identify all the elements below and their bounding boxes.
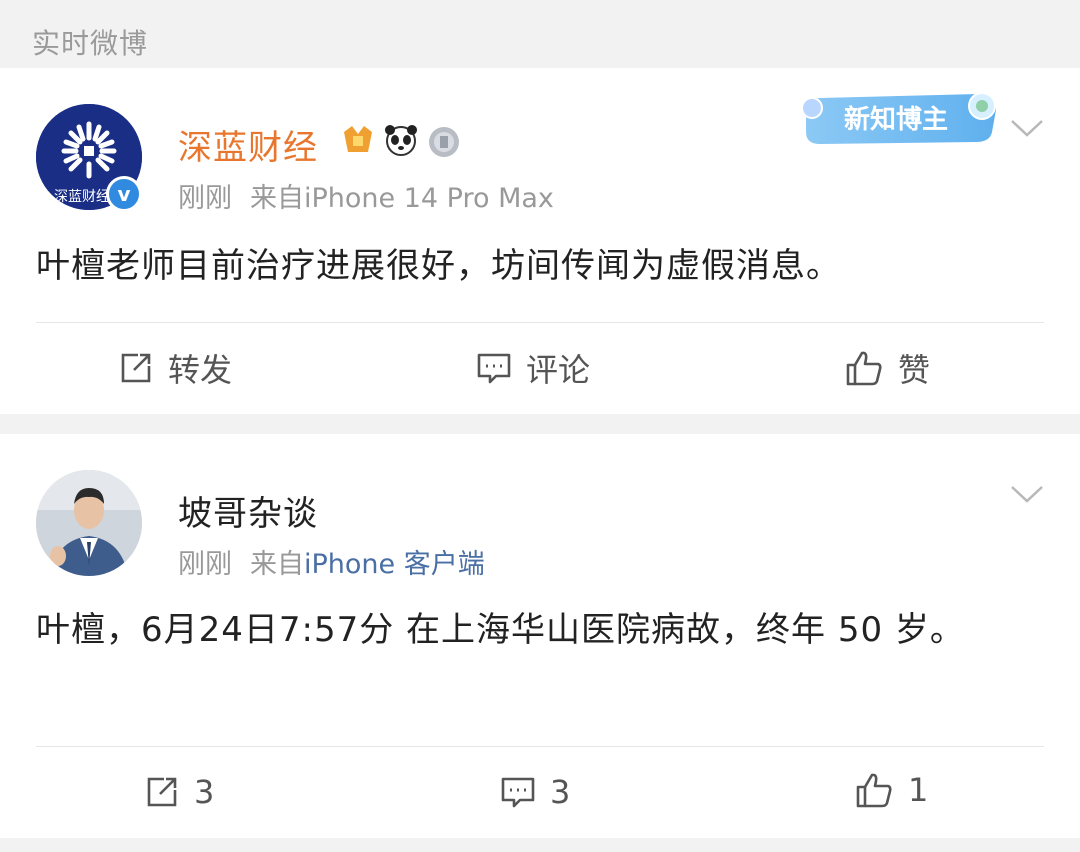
section-title: 实时微博: [32, 27, 149, 60]
chevron-down-icon[interactable]: [1010, 484, 1044, 504]
comment-button[interactable]: 3: [500, 772, 570, 812]
source-prefix: 来自: [250, 183, 304, 214]
post-card[interactable]: 深蓝财经 v 深蓝财经 刚刚 来自iPhone 14 Pro Max 新知博主 …: [0, 68, 1080, 414]
medal-icon: [344, 126, 372, 152]
section-header: 实时微博: [0, 0, 1080, 68]
source-prefix: 来自: [250, 549, 304, 580]
repost-icon: [147, 777, 177, 807]
like-count: 1: [908, 771, 929, 809]
chevron-down-icon[interactable]: [1010, 118, 1044, 138]
like-button[interactable]: 1: [854, 770, 928, 810]
comment-button[interactable]: 评论: [476, 348, 591, 389]
like-icon: [846, 351, 882, 386]
post-meta: 刚刚 来自iPhone 14 Pro Max: [178, 176, 554, 215]
panda-icon: [385, 125, 417, 156]
post-text: 叶檀老师目前治疗进展很好，坊间传闻为虚假消息。: [36, 246, 841, 286]
verified-icon: v: [106, 176, 142, 212]
repost-icon: [121, 353, 151, 383]
comment-icon: [477, 353, 511, 384]
divider: [36, 746, 1044, 747]
comment-count: 3: [550, 773, 571, 811]
username[interactable]: 深蓝财经: [178, 120, 318, 169]
post-time: 刚刚: [178, 549, 232, 580]
silver-medal-icon: [429, 127, 459, 157]
divider: [36, 322, 1044, 323]
comment-icon: [501, 777, 535, 808]
source-client: iPhone 14 Pro Max: [304, 183, 554, 214]
post-meta: 刚刚 来自iPhone 客户端: [178, 542, 485, 581]
like-label: 赞: [898, 351, 931, 389]
post-text: 叶檀，6月24日7:57分 在上海华山医院病故，终年 50 岁。: [36, 610, 965, 650]
username[interactable]: 坡哥杂谈: [178, 486, 318, 535]
repost-button[interactable]: 转发: [118, 348, 233, 389]
repost-button[interactable]: 3: [144, 772, 214, 812]
avatar-caption: 深蓝财经: [54, 189, 110, 205]
avatar[interactable]: [36, 470, 142, 576]
user-photo: [36, 470, 142, 576]
blogger-badge-label: 新知博主: [844, 104, 948, 135]
post-card[interactable]: 坡哥杂谈 刚刚 来自iPhone 客户端 叶檀，6月24日7:57分 在上海华山医…: [0, 434, 1080, 838]
like-icon: [856, 773, 892, 808]
like-button[interactable]: 赞: [844, 348, 931, 389]
post-time: 刚刚: [178, 183, 232, 214]
repost-count: 3: [194, 773, 215, 811]
comment-label: 评论: [526, 351, 591, 389]
blogger-badge[interactable]: 新知博主: [796, 80, 1006, 152]
repost-label: 转发: [168, 351, 233, 389]
source-client-link[interactable]: iPhone 客户端: [304, 549, 485, 580]
